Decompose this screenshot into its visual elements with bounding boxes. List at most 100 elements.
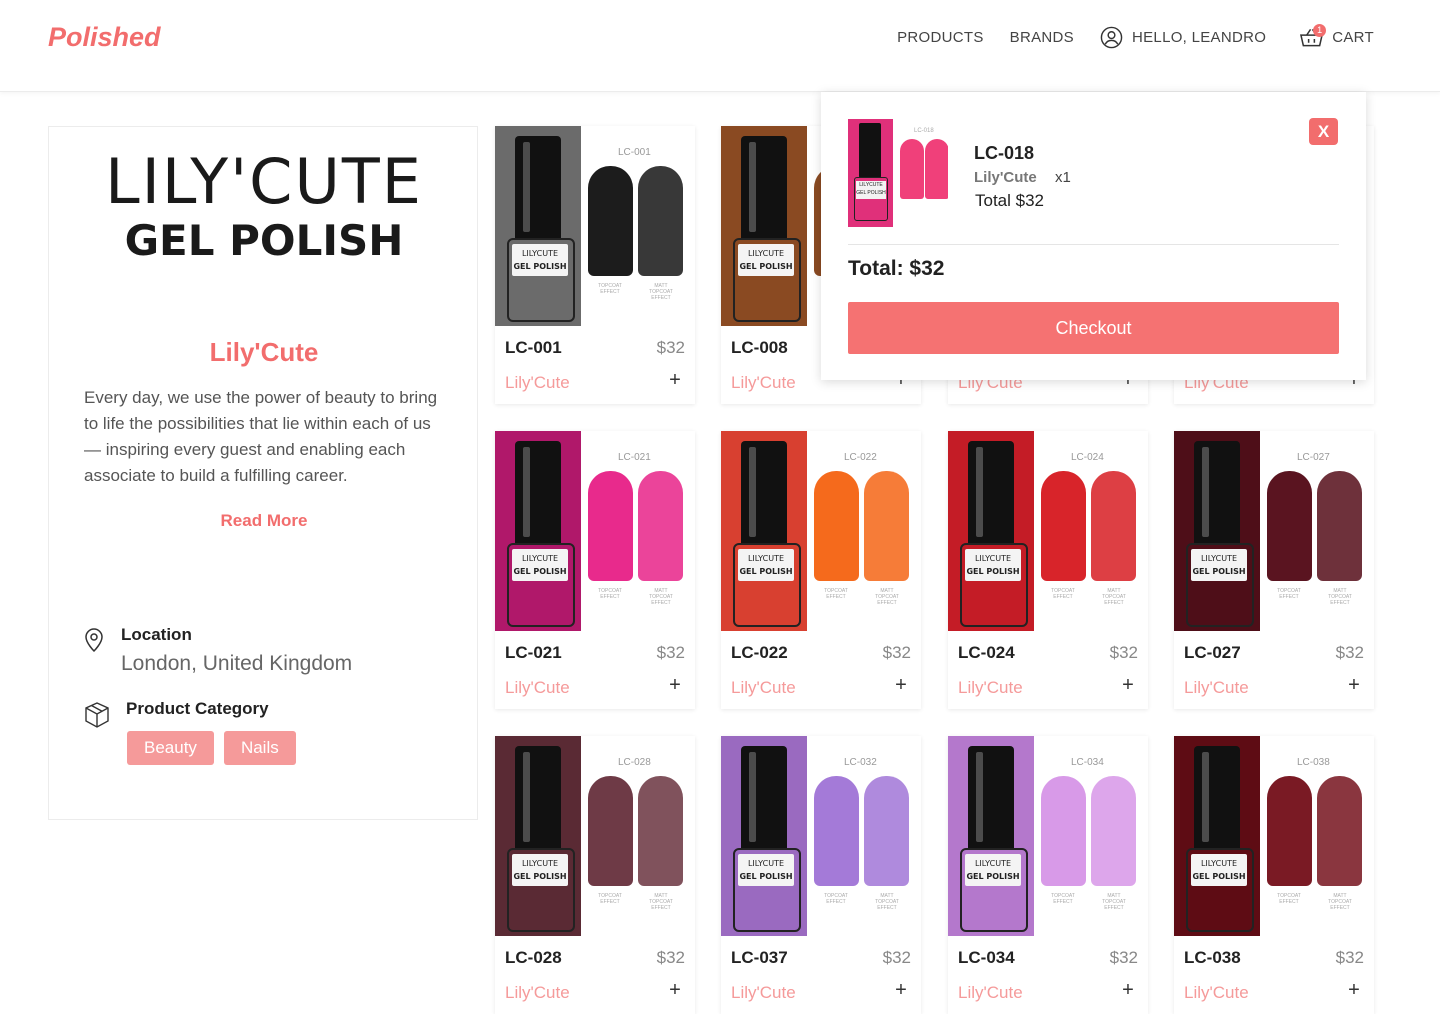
product-image[interactable]: LILYCUTE GEL POLISH LC-038 TOPCOAT EFFECT MA… xyxy=(1174,736,1374,936)
product-image[interactable]: LILYCUTE GEL POLISH LC-027 TOPCOAT EFFECT MA… xyxy=(1174,431,1374,631)
product-image[interactable]: LILYCUTE GEL POLISH LC-022 TOPCOAT EFFECT MA… xyxy=(721,431,921,631)
add-to-cart-plus-icon[interactable]: + xyxy=(667,675,683,695)
add-to-cart-plus-icon[interactable]: + xyxy=(893,675,909,695)
bottle-label-line2: GEL POLISH xyxy=(1192,567,1246,576)
product-image[interactable]: LILYCUTE GEL POLISH LC-032 TOPCOAT EFFECT MA… xyxy=(721,736,921,936)
nav-account[interactable]: HELLO, LEANDRO xyxy=(1100,26,1266,49)
product-code[interactable]: LC-022 xyxy=(731,643,788,663)
image-code: LC-024 xyxy=(1071,452,1104,463)
location-pin-icon xyxy=(85,628,103,653)
product-image[interactable]: LILYCUTE GEL POLISH LC-028 TOPCOAT EFFECT MA… xyxy=(495,736,695,936)
product-code[interactable]: LC-037 xyxy=(731,948,788,968)
main-nav: PRODUCTS BRANDS HELLO, LEANDRO 1 CART xyxy=(871,23,1374,49)
image-code: LC-028 xyxy=(618,757,651,768)
product-card[interactable]: LILYCUTE GEL POLISH LC-024 TOPCOAT EFFECT MA… xyxy=(948,431,1148,709)
product-code[interactable]: LC-008 xyxy=(731,338,788,358)
product-code[interactable]: LC-034 xyxy=(958,948,1015,968)
product-brand[interactable]: Lily'Cute xyxy=(731,373,796,393)
cart-item-brand: Lily'Cute xyxy=(974,169,1037,186)
product-image[interactable]: LILYCUTE GEL POLISH LC-024 TOPCOAT EFFECT MA… xyxy=(948,431,1148,631)
read-more-link[interactable]: Read More xyxy=(49,511,479,531)
close-cart-button[interactable]: X xyxy=(1309,118,1338,145)
brand-description: Every day, we use the power of beauty to… xyxy=(84,388,438,485)
product-image[interactable]: LILYCUTE GEL POLISH LC-034 TOPCOAT EFFECT MA… xyxy=(948,736,1148,936)
product-code[interactable]: LC-021 xyxy=(505,643,562,663)
bottle-label: LILYCUTE GEL POLISH xyxy=(738,244,794,276)
tag-beauty[interactable]: Beauty xyxy=(127,731,214,765)
nail-swatch xyxy=(638,166,683,276)
product-code[interactable]: LC-027 xyxy=(1184,643,1241,663)
product-brand[interactable]: Lily'Cute xyxy=(958,678,1023,698)
divider xyxy=(848,244,1339,245)
bottle-bg: LILYCUTE GEL POLISH xyxy=(495,736,581,936)
product-card[interactable]: LILYCUTE GEL POLISH LC-028 TOPCOAT EFFECT MA… xyxy=(495,736,695,1014)
bottle-label-line1: LILYCUTE xyxy=(747,859,785,868)
bottle-label: LILYCUTE GEL POLISH xyxy=(738,854,794,886)
thumbnail-bottle-cap xyxy=(859,123,881,178)
product-brand[interactable]: Lily'Cute xyxy=(731,983,796,1003)
nav-brands[interactable]: BRANDS xyxy=(1010,29,1074,46)
nail-caption: TOPCOAT EFFECT xyxy=(824,588,848,600)
product-brand[interactable]: Lily'Cute xyxy=(958,983,1023,1003)
nav-products[interactable]: PRODUCTS xyxy=(897,29,984,46)
product-code[interactable]: LC-024 xyxy=(958,643,1015,663)
add-to-cart-plus-icon[interactable]: + xyxy=(1346,675,1362,695)
product-card[interactable]: LILYCUTE GEL POLISH LC-022 TOPCOAT EFFECT MA… xyxy=(721,431,921,709)
bottle-label-line1: LILYCUTE xyxy=(1200,859,1238,868)
user-icon xyxy=(1100,26,1123,49)
product-card[interactable]: LILYCUTE GEL POLISH LC-001 TOPCOAT EFFECT MA… xyxy=(495,126,695,404)
product-brand[interactable]: Lily'Cute xyxy=(505,678,570,698)
bottle-label: LILYCUTE GEL POLISH xyxy=(965,854,1021,886)
nail-caption: MATT TOPCOAT EFFECT xyxy=(1102,588,1126,606)
product-code[interactable]: LC-038 xyxy=(1184,948,1241,968)
product-price: $32 xyxy=(1335,643,1364,662)
product-image[interactable]: LILYCUTE GEL POLISH LC-021 TOPCOAT EFFECT MA… xyxy=(495,431,695,631)
bottle-cap xyxy=(968,441,1014,549)
product-brand[interactable]: Lily'Cute xyxy=(731,678,796,698)
bottle-label-line1: LILYCUTE xyxy=(521,554,559,563)
checkout-button[interactable]: Checkout xyxy=(848,302,1339,354)
nail-caption: TOPCOAT EFFECT xyxy=(1277,893,1301,905)
product-card[interactable]: LILYCUTE GEL POLISH LC-027 TOPCOAT EFFECT MA… xyxy=(1174,431,1374,709)
product-brand[interactable]: Lily'Cute xyxy=(1184,983,1249,1003)
add-to-cart-plus-icon[interactable]: + xyxy=(1120,980,1136,1000)
add-to-cart-plus-icon[interactable]: + xyxy=(1346,980,1362,1000)
nail-caption: TOPCOAT EFFECT xyxy=(598,588,622,600)
product-code[interactable]: LC-001 xyxy=(505,338,562,358)
product-price: $32 xyxy=(1109,948,1138,967)
add-to-cart-plus-icon[interactable]: + xyxy=(667,370,683,390)
product-image[interactable]: LILYCUTE GEL POLISH LC-001 TOPCOAT EFFECT MA… xyxy=(495,126,695,326)
thumbnail-label-line2: GEL POLISH xyxy=(856,190,886,196)
cart-label: CART xyxy=(1332,29,1374,46)
product-card[interactable]: LILYCUTE GEL POLISH LC-021 TOPCOAT EFFECT MA… xyxy=(495,431,695,709)
add-to-cart-plus-icon[interactable]: + xyxy=(893,980,909,1000)
cart-popup: LILYCUTE GEL POLISH LC-018 LC-018 Lily'Cu… xyxy=(821,92,1366,380)
nail-swatch xyxy=(1267,471,1312,581)
add-to-cart-plus-icon[interactable]: + xyxy=(1120,675,1136,695)
product-card[interactable]: LILYCUTE GEL POLISH LC-038 TOPCOAT EFFECT MA… xyxy=(1174,736,1374,1014)
site-logo[interactable]: Polished xyxy=(48,22,161,53)
tag-nails[interactable]: Nails xyxy=(223,731,296,765)
product-card[interactable]: LILYCUTE GEL POLISH LC-032 TOPCOAT EFFECT MA… xyxy=(721,736,921,1014)
cart-item-total: Total $32 xyxy=(975,191,1044,210)
product-brand[interactable]: Lily'Cute xyxy=(1184,678,1249,698)
product-code[interactable]: LC-028 xyxy=(505,948,562,968)
product-brand[interactable]: Lily'Cute xyxy=(505,373,570,393)
image-code: LC-038 xyxy=(1297,757,1330,768)
bottle-label-line2: GEL POLISH xyxy=(1192,872,1246,881)
nail-caption: MATT TOPCOAT EFFECT xyxy=(649,893,673,911)
product-brand[interactable]: Lily'Cute xyxy=(505,983,570,1003)
bottle-bg: LILYCUTE GEL POLISH xyxy=(721,126,807,326)
nail-swatch xyxy=(588,471,633,581)
bottle-label: LILYCUTE GEL POLISH xyxy=(512,854,568,886)
product-card[interactable]: LILYCUTE GEL POLISH LC-034 TOPCOAT EFFECT MA… xyxy=(948,736,1148,1014)
bottle-label: LILYCUTE GEL POLISH xyxy=(512,244,568,276)
image-code: LC-001 xyxy=(618,147,651,158)
nav-cart[interactable]: 1 CART xyxy=(1300,23,1374,48)
nail-swatch xyxy=(588,776,633,886)
nail-caption: TOPCOAT EFFECT xyxy=(598,893,622,905)
bottle-label-line2: GEL POLISH xyxy=(739,872,793,881)
thumbnail-bottle-label: LILYCUTE GEL POLISH xyxy=(856,181,886,199)
add-to-cart-plus-icon[interactable]: + xyxy=(667,980,683,1000)
image-code: LC-032 xyxy=(844,757,877,768)
